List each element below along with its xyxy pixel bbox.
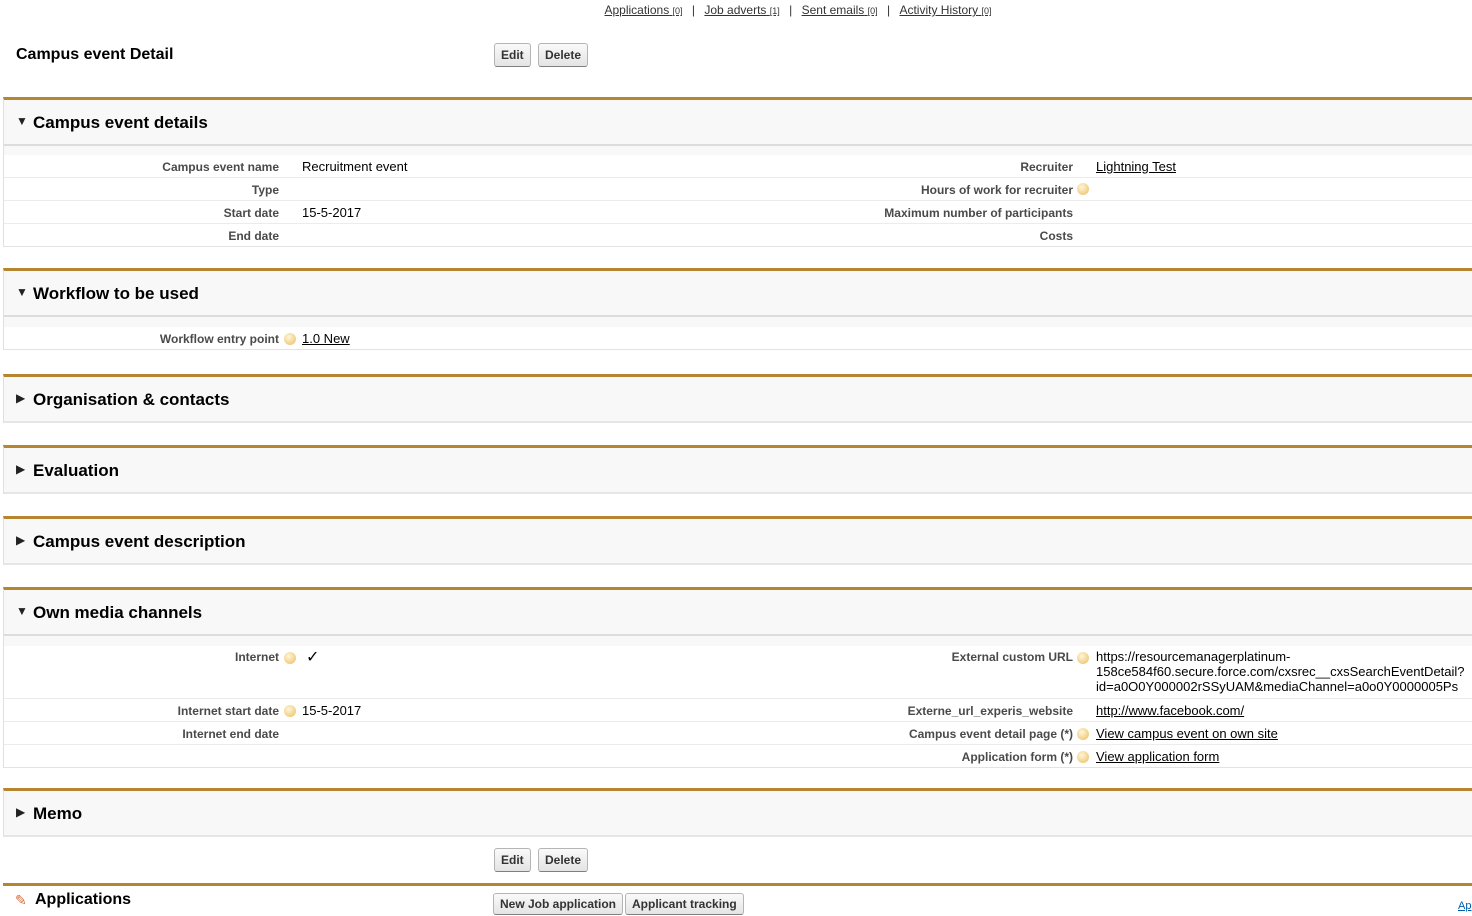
expand-triangle-icon: ▶ bbox=[16, 391, 26, 405]
section-header[interactable]: ▶ Organisation & contacts bbox=[4, 377, 1472, 423]
section-body: Campus event name Recruitment event Recr… bbox=[4, 155, 1472, 247]
section-organisation: ▶ Organisation & contacts bbox=[3, 374, 1472, 423]
field-row: Start date 15-5-2017 Maximum number of p… bbox=[4, 201, 1472, 224]
section-campus-event-details: ▼ Campus event details Campus event name… bbox=[3, 97, 1472, 247]
help-icon[interactable] bbox=[284, 705, 296, 717]
help-icon[interactable] bbox=[1077, 751, 1089, 763]
edit-button-bottom[interactable]: Edit bbox=[494, 848, 531, 872]
field-row: Campus event name Recruitment event Recr… bbox=[4, 155, 1472, 178]
field-label: Type bbox=[251, 183, 279, 197]
field-label: Costs bbox=[1039, 229, 1073, 243]
field-row: End date Costs bbox=[4, 224, 1472, 246]
campus-event-name-value: Recruitment event bbox=[302, 159, 408, 174]
workflow-entry-point-link[interactable]: 1.0 New bbox=[302, 331, 350, 346]
field-label: Internet end date bbox=[182, 727, 279, 741]
field-row: Type Hours of work for recruiter bbox=[4, 178, 1472, 201]
section-title: Organisation & contacts bbox=[33, 390, 230, 409]
help-icon[interactable] bbox=[1077, 183, 1089, 195]
page-title: Campus event Detail bbox=[16, 46, 174, 63]
collapse-triangle-icon: ▼ bbox=[16, 114, 28, 128]
help-icon[interactable] bbox=[284, 333, 296, 345]
field-label: Externe_url_experis_website bbox=[907, 704, 1073, 718]
field-label: Start date bbox=[223, 206, 279, 220]
field-label: Application form (*) bbox=[961, 750, 1073, 764]
section-evaluation: ▶ Evaluation bbox=[3, 445, 1472, 494]
applicant-tracking-button[interactable]: Applicant tracking bbox=[625, 893, 744, 915]
section-title: Evaluation bbox=[33, 461, 119, 480]
field-label: Campus event detail page (*) bbox=[908, 727, 1073, 741]
applications-related-list: ✎ Applications New Job application Appli… bbox=[3, 883, 1472, 916]
applications-title: Applications bbox=[35, 891, 132, 908]
field-label: Campus event name bbox=[162, 160, 279, 174]
section-header[interactable]: ▶ Evaluation bbox=[4, 448, 1472, 494]
related-link-sent-emails[interactable]: Sent emails [0] bbox=[802, 3, 878, 17]
edit-button[interactable]: Edit bbox=[494, 43, 531, 67]
section-title: Memo bbox=[33, 804, 83, 823]
related-link-job-adverts[interactable]: Job adverts [1] bbox=[704, 3, 779, 17]
help-icon[interactable] bbox=[1077, 728, 1089, 740]
recruiter-link[interactable]: Lightning Test bbox=[1096, 159, 1176, 174]
section-header[interactable]: ▶ Campus event description bbox=[4, 519, 1472, 565]
section-header[interactable]: ▼ Workflow to be used bbox=[4, 271, 1472, 317]
field-row: Workflow entry point 1.0 New bbox=[4, 327, 1472, 349]
field-row: Internet end date Campus event detail pa… bbox=[4, 722, 1472, 745]
expand-triangle-icon: ▶ bbox=[16, 533, 26, 547]
related-link-applications[interactable]: Applications [0] bbox=[604, 3, 682, 17]
expand-triangle-icon: ▶ bbox=[16, 462, 26, 476]
section-own-media-channels: ▼ Own media channels Internet ✓ External… bbox=[3, 587, 1472, 768]
section-title: Campus event details bbox=[33, 113, 208, 132]
checkmark-icon: ✓ bbox=[306, 649, 320, 666]
collapse-triangle-icon: ▼ bbox=[16, 285, 28, 299]
collapse-triangle-icon: ▼ bbox=[16, 604, 28, 618]
section-body: Internet ✓ External custom URL https://r… bbox=[4, 646, 1472, 768]
help-icon[interactable] bbox=[284, 652, 296, 664]
section-header[interactable]: ▶ Memo bbox=[4, 791, 1472, 837]
new-job-application-button[interactable]: New Job application bbox=[493, 893, 624, 915]
section-body: Workflow entry point 1.0 New bbox=[4, 327, 1472, 350]
delete-button[interactable]: Delete bbox=[538, 43, 589, 67]
experis-website-link[interactable]: http://www.facebook.com/ bbox=[1096, 703, 1244, 718]
section-header[interactable]: ▼ Campus event details bbox=[4, 100, 1472, 146]
section-title: Campus event description bbox=[33, 532, 246, 551]
field-label: Maximum number of participants bbox=[884, 206, 1073, 220]
start-date-value: 15-5-2017 bbox=[302, 205, 362, 220]
related-link-activity-history[interactable]: Activity History [0] bbox=[899, 3, 991, 17]
section-description: ▶ Campus event description bbox=[3, 516, 1472, 565]
section-title: Workflow to be used bbox=[33, 284, 199, 303]
section-memo: ▶ Memo bbox=[3, 788, 1472, 837]
related-list-corner-link[interactable]: Ap bbox=[1458, 900, 1471, 912]
field-label: End date bbox=[228, 229, 279, 243]
field-row: Internet ✓ External custom URL https://r… bbox=[4, 646, 1472, 699]
pencil-icon: ✎ bbox=[15, 892, 27, 908]
internet-start-date-value: 15-5-2017 bbox=[302, 703, 362, 718]
field-row: Application form (*) View application fo… bbox=[4, 745, 1472, 767]
field-row: Internet start date 15-5-2017 Externe_ur… bbox=[4, 699, 1472, 722]
field-label: Workflow entry point bbox=[159, 332, 279, 346]
related-list-links: Applications [0] | Job adverts [1] | Sen… bbox=[0, 3, 1472, 17]
view-campus-event-link[interactable]: View campus event on own site bbox=[1096, 726, 1278, 741]
field-label: Internet start date bbox=[177, 704, 279, 718]
separator: | bbox=[789, 3, 793, 17]
field-label: Internet bbox=[234, 650, 279, 664]
expand-triangle-icon: ▶ bbox=[16, 805, 26, 819]
field-label: External custom URL bbox=[951, 650, 1073, 664]
field-label: Hours of work for recruiter bbox=[920, 183, 1073, 197]
separator: | bbox=[887, 3, 891, 17]
section-workflow: ▼ Workflow to be used Workflow entry poi… bbox=[3, 268, 1472, 350]
section-title: Own media channels bbox=[33, 603, 203, 622]
field-label: Recruiter bbox=[1020, 160, 1073, 174]
section-header[interactable]: ▼ Own media channels bbox=[4, 590, 1472, 636]
delete-button-bottom[interactable]: Delete bbox=[538, 848, 589, 872]
help-icon[interactable] bbox=[1077, 652, 1089, 664]
view-application-form-link[interactable]: View application form bbox=[1096, 749, 1219, 764]
external-url-value: https://resourcemanagerplatinum- 158ce58… bbox=[1096, 649, 1465, 694]
separator: | bbox=[691, 3, 696, 17]
